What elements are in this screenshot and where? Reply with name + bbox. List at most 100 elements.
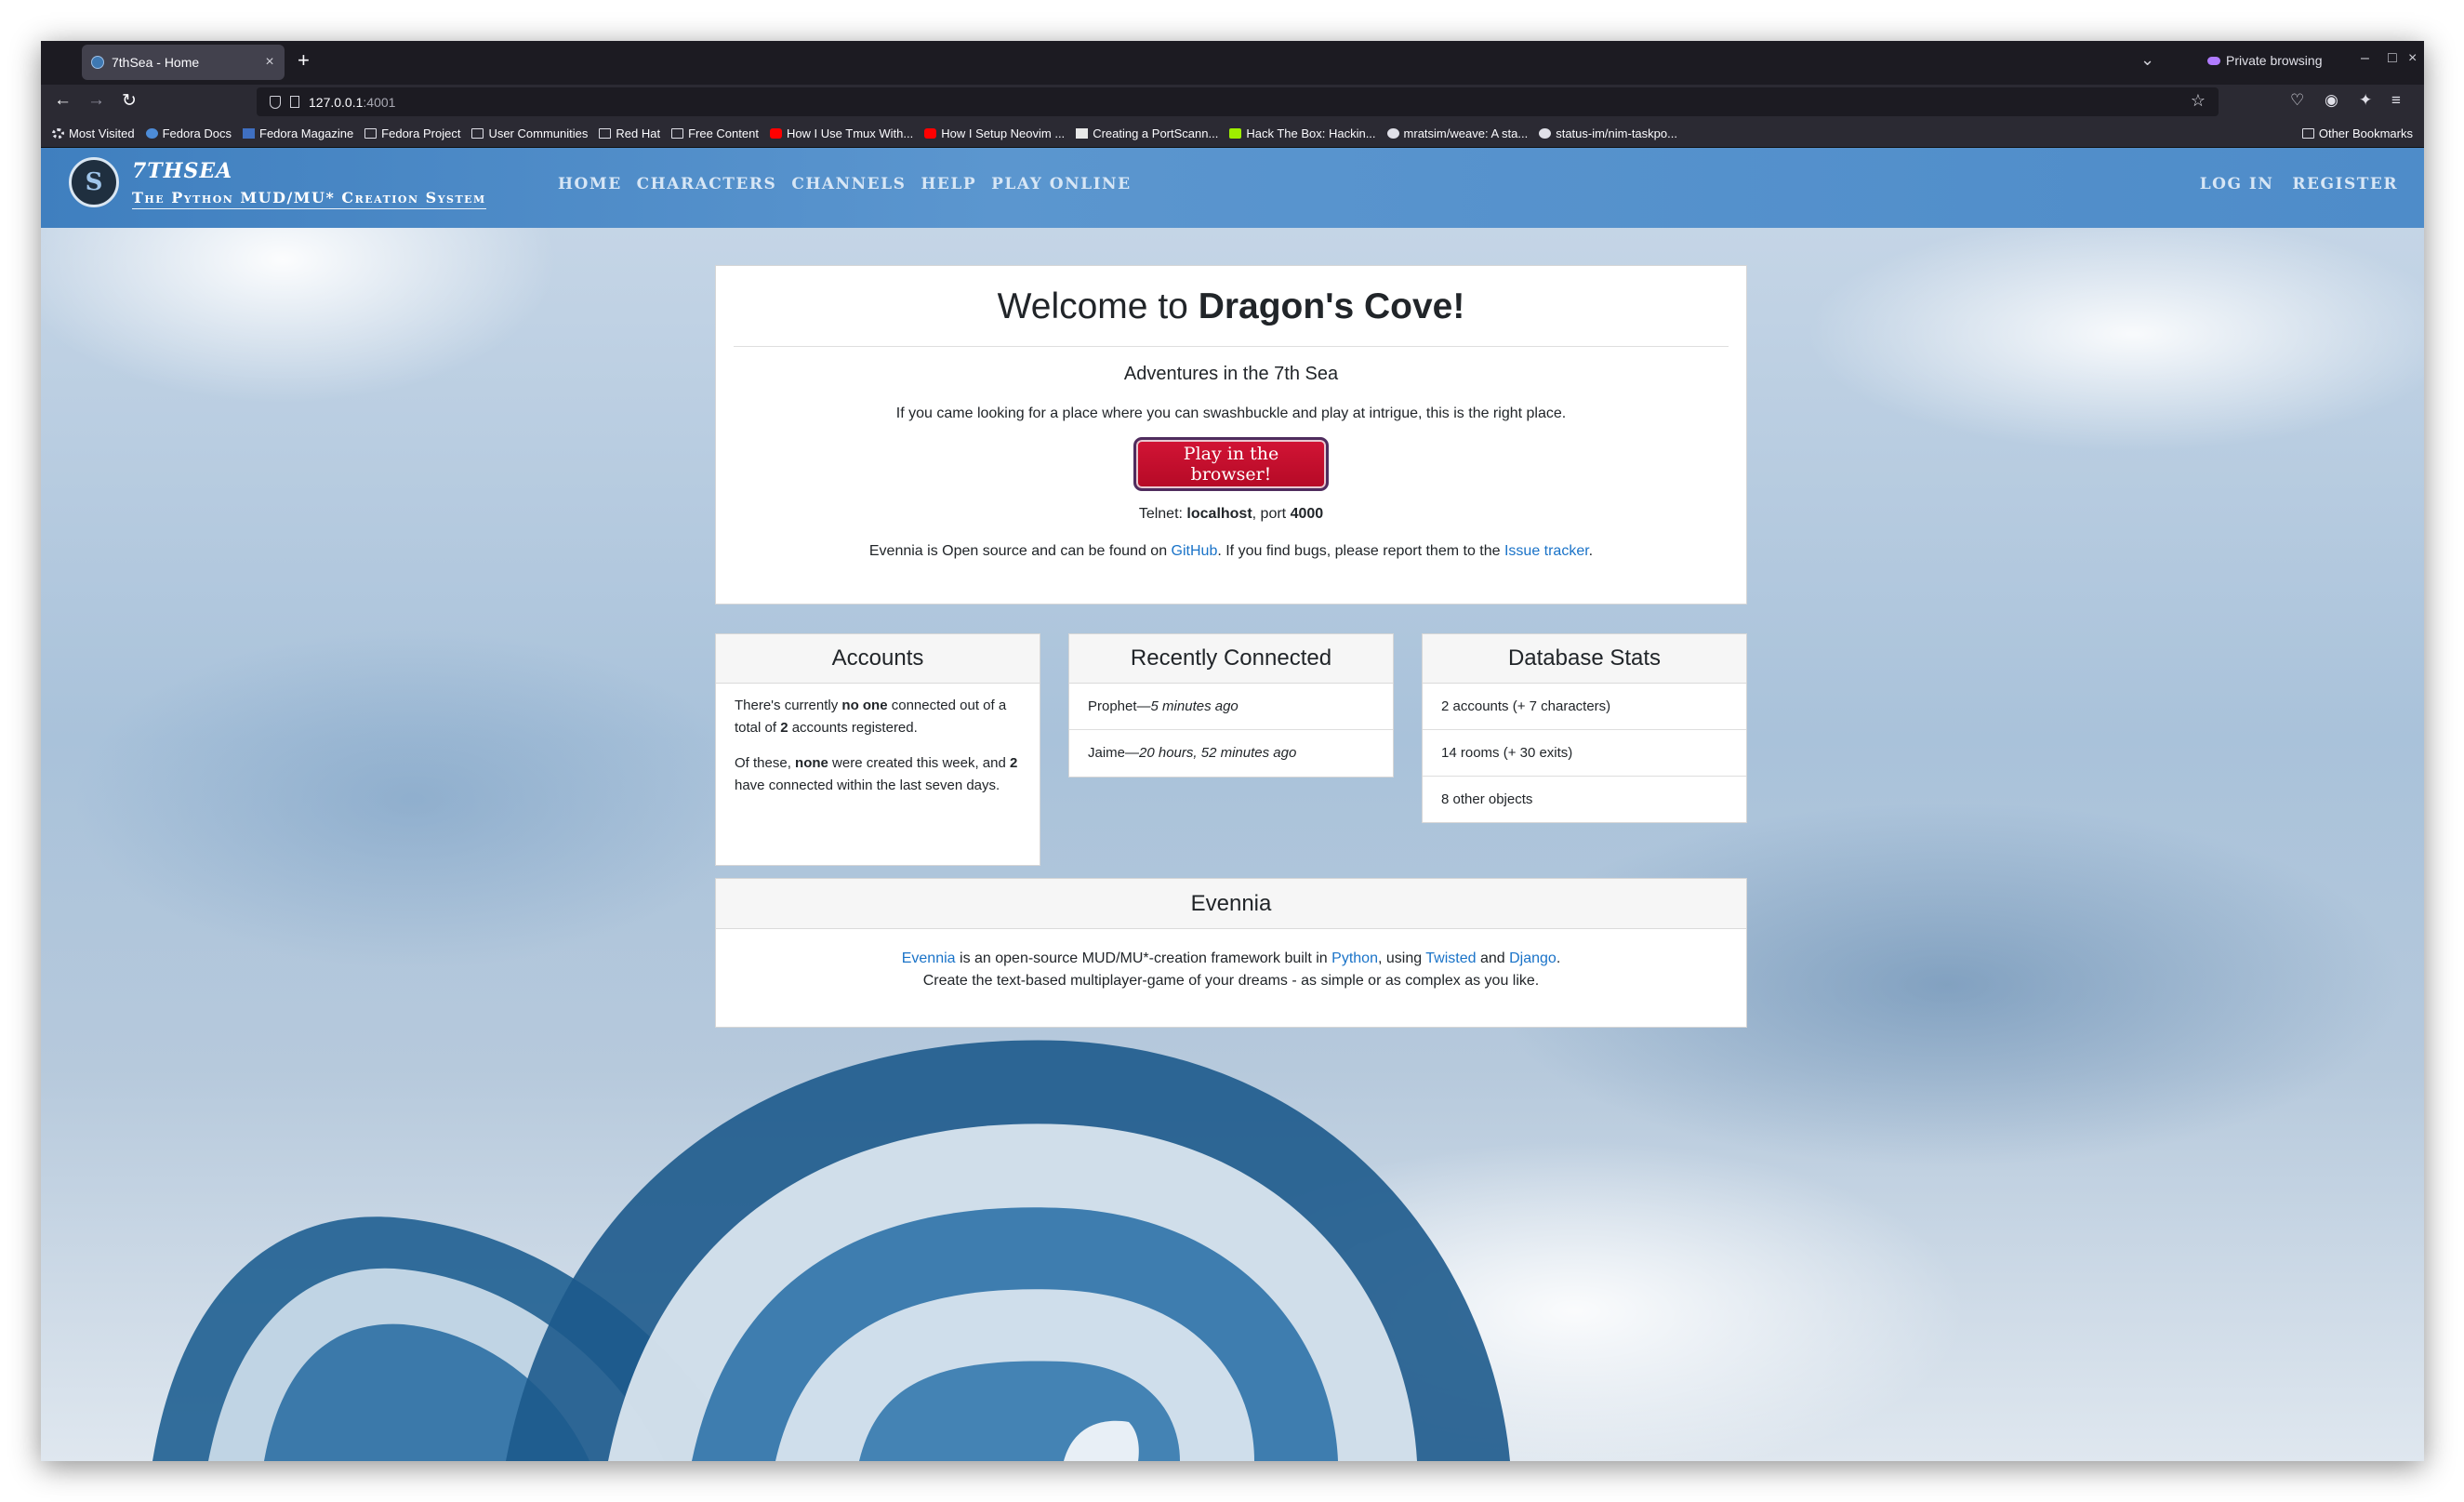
- reload-icon[interactable]: ↻: [122, 90, 137, 112]
- bookmark-item[interactable]: Red Hat: [599, 126, 660, 140]
- nav-help[interactable]: Help: [921, 175, 976, 193]
- folder-icon: [671, 127, 684, 139]
- gear-icon: [52, 127, 64, 139]
- text: There's currently: [735, 698, 842, 713]
- other-bookmarks[interactable]: Other Bookmarks: [2301, 126, 2413, 140]
- private-browsing-label: Private browsing: [2226, 53, 2323, 68]
- bookmark-item[interactable]: status-im/nim-taskpo...: [1539, 126, 1677, 140]
- maximize-icon[interactable]: □: [2388, 50, 2397, 67]
- welcome-card: Welcome to Dragon's Cove! Adventures in …: [715, 265, 1747, 605]
- database-stats-card: Database Stats 2 accounts (+ 7 character…: [1422, 633, 1747, 823]
- bookmark-label: Creating a PortScann...: [1093, 126, 1219, 140]
- bookmark-label: status-im/nim-taskpo...: [1556, 126, 1677, 140]
- close-window-icon[interactable]: ×: [2408, 50, 2417, 67]
- python-link[interactable]: Python: [1331, 950, 1378, 966]
- private-mask-icon: [2207, 56, 2220, 65]
- address-bar[interactable]: 127.0.0.1:4001 ☆: [257, 87, 2219, 116]
- folder-icon: [364, 127, 378, 139]
- bookmark-item[interactable]: Free Content: [671, 126, 759, 140]
- login-link[interactable]: Log In: [2200, 175, 2274, 193]
- evennia-link[interactable]: Evennia: [902, 950, 956, 966]
- site-logo[interactable]: S: [69, 157, 119, 207]
- accounts-body: There's currently no one connected out o…: [716, 684, 1040, 821]
- telnet-host: localhost: [1186, 506, 1252, 522]
- bookmark-item[interactable]: How I Use Tmux With...: [769, 126, 913, 140]
- text: , using: [1377, 950, 1426, 966]
- bookmark-item[interactable]: Fedora Magazine: [243, 126, 353, 140]
- welcome-prefix: Welcome to: [997, 286, 1199, 326]
- last-seen: 5 minutes ago: [1150, 698, 1239, 714]
- register-link[interactable]: Register: [2292, 175, 2398, 193]
- browser-tab[interactable]: 7thSea - Home ×: [82, 45, 285, 80]
- source-text: Evennia is Open source and can be found …: [868, 543, 1172, 559]
- divider: [734, 346, 1729, 347]
- bookmark-label: Red Hat: [616, 126, 661, 140]
- site-brand[interactable]: 7THSEA: [132, 159, 232, 183]
- auth-nav: Log In Register: [2200, 175, 2398, 193]
- player-name: Prophet: [1088, 698, 1137, 714]
- account-icon[interactable]: ◉: [2325, 91, 2338, 110]
- player-name: Jaime: [1088, 745, 1126, 761]
- bookmark-item[interactable]: mratsim/weave: A sta...: [1386, 126, 1528, 140]
- separator: —: [1136, 698, 1151, 714]
- django-link[interactable]: Django: [1509, 950, 1557, 966]
- telnet-label: Telnet:: [1138, 506, 1187, 522]
- source-info: Evennia is Open source and can be found …: [716, 543, 1746, 560]
- chevron-down-icon[interactable]: ⌄: [2140, 50, 2154, 70]
- welcome-subtitle: Adventures in the 7th Sea: [1123, 364, 1339, 384]
- text: Of these,: [735, 755, 796, 771]
- page-info-icon[interactable]: [290, 96, 299, 108]
- list-item: Jaime—20 hours, 52 minutes ago: [1069, 730, 1393, 776]
- issue-tracker-link[interactable]: Issue tracker: [1504, 543, 1589, 559]
- play-in-browser-button[interactable]: Play in the browser!: [1133, 437, 1329, 491]
- tracking-shield-icon[interactable]: [270, 95, 281, 109]
- bookmark-item[interactable]: Hack The Box: Hackin...: [1229, 126, 1376, 140]
- source-text-end: .: [1588, 543, 1594, 559]
- github-icon: [1386, 127, 1399, 139]
- minimize-icon[interactable]: –: [2361, 50, 2369, 67]
- pocket-icon[interactable]: ♡: [2290, 91, 2304, 110]
- site-icon: [1076, 127, 1089, 139]
- private-browsing-indicator: Private browsing: [2207, 53, 2323, 68]
- new-tab-icon[interactable]: +: [298, 48, 310, 73]
- text: have connected within the last seven day…: [735, 778, 1000, 793]
- evennia-line-1: Evennia is an open-source MUD/MU*-creati…: [716, 948, 1746, 970]
- bookmark-item[interactable]: Creating a PortScann...: [1076, 126, 1218, 140]
- bookmark-item[interactable]: User Communities: [471, 126, 588, 140]
- bookmark-item[interactable]: Fedora Project: [364, 126, 460, 140]
- twisted-link[interactable]: Twisted: [1425, 950, 1476, 966]
- url-host: 127.0.0.1: [309, 94, 364, 110]
- welcome-title: Welcome to Dragon's Cove!: [716, 266, 1746, 327]
- list-item: Prophet—5 minutes ago: [1069, 684, 1393, 730]
- github-link[interactable]: GitHub: [1172, 543, 1218, 559]
- close-tab-icon[interactable]: ×: [260, 54, 279, 71]
- extensions-icon[interactable]: ✦: [2359, 91, 2372, 110]
- bookmark-label: Most Visited: [69, 126, 135, 140]
- bookmark-item[interactable]: Most Visited: [52, 126, 135, 140]
- tab-title: 7thSea - Home: [112, 55, 200, 70]
- folder-icon: [471, 127, 484, 139]
- nav-characters[interactable]: Characters: [637, 175, 777, 193]
- bookmark-item[interactable]: Fedora Docs: [145, 126, 232, 140]
- forward-icon[interactable]: →: [87, 90, 105, 111]
- folder-icon: [2301, 128, 2314, 139]
- created-this-week: none: [795, 755, 828, 771]
- bookmark-label: Fedora Magazine: [259, 126, 354, 140]
- last-seen: 20 hours, 52 minutes ago: [1139, 745, 1297, 761]
- web-page: S 7THSEA The Python MUD/MU* Creation Sys…: [41, 148, 2424, 1461]
- source-text-2: . If you find bugs, please report them t…: [1217, 543, 1504, 559]
- bookmarks-toolbar: Most Visited Fedora Docs Fedora Magazine Fe…: [41, 119, 2424, 148]
- bookmark-item[interactable]: How I Setup Neovim ...: [924, 126, 1065, 140]
- menu-icon[interactable]: ≡: [2391, 91, 2401, 110]
- bookmark-star-icon[interactable]: ☆: [2191, 91, 2206, 111]
- back-icon[interactable]: ←: [54, 90, 72, 111]
- github-icon: [1539, 127, 1552, 139]
- separator: —: [1125, 745, 1140, 761]
- nav-play-online[interactable]: Play Online: [991, 175, 1131, 193]
- nav-home[interactable]: Home: [558, 175, 622, 193]
- list-item: 14 rooms (+ 30 exits): [1423, 730, 1746, 777]
- welcome-lead: If you came looking for a place where yo…: [895, 405, 1567, 421]
- folder-icon: [599, 127, 612, 139]
- tab-strip: 7thSea - Home × + ⌄ Private browsing – □…: [41, 41, 2424, 85]
- nav-channels[interactable]: Channels: [791, 175, 906, 193]
